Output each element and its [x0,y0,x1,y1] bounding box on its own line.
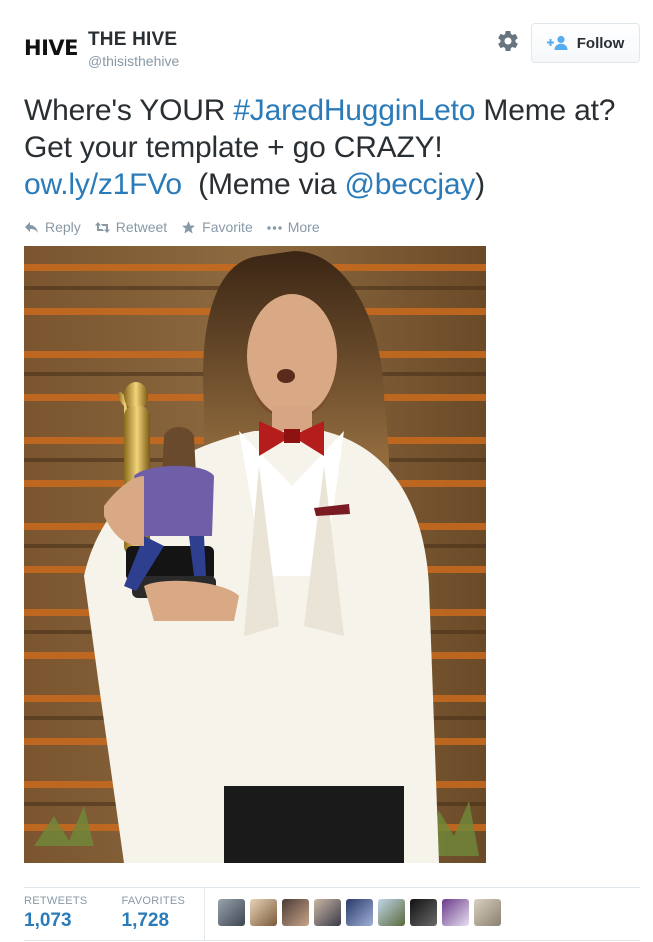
follow-label: Follow [576,34,625,52]
tweet-text-part: Where's YOUR [24,94,234,127]
favoriter-avatars [218,899,501,926]
display-name[interactable]: THE HIVE [88,29,179,51]
tweet-actions: Reply Retweet Favorite More [24,219,320,235]
star-icon [182,220,196,233]
url-link[interactable]: ow.ly/z1FVo [24,168,182,201]
favorite-label: Favorite [202,219,253,235]
tweet-header: HIVE THE HIVE @thisisthehive Follow [24,22,640,74]
account-logo[interactable]: HIVE [24,36,79,60]
avatar[interactable] [282,899,309,926]
retweet-icon [94,221,110,233]
mention-link[interactable]: @beccjay [345,168,476,201]
retweets-stat[interactable]: RETWEETS 1,073 [24,895,88,932]
meme-image [24,246,486,863]
stats-divider [24,887,640,888]
favorites-stat[interactable]: FAVORITES 1,728 [122,895,186,932]
bottom-divider [24,940,640,941]
tweet-text-part: (Meme via [181,168,345,201]
retweet-action[interactable]: Retweet [94,219,168,235]
avatar[interactable] [250,899,277,926]
tweet-photo[interactable] [24,246,486,863]
reply-icon [25,221,38,233]
favorites-label: FAVORITES [121,895,186,907]
avatar[interactable] [410,899,437,926]
tweet-text-part: ) [475,168,485,201]
stats-separator [204,888,205,940]
avatar[interactable] [442,899,469,926]
avatar[interactable] [314,899,341,926]
retweets-label: RETWEETS [24,895,88,907]
more-label: More [287,219,320,235]
avatar[interactable] [474,899,501,926]
favorites-count: 1,728 [121,910,170,931]
tweet-text: Where's YOUR #JaredHugginLeto Meme at? G… [24,92,640,203]
more-dots-icon [267,225,282,230]
retweet-label: Retweet [115,219,168,235]
reply-label: Reply [45,219,81,235]
retweets-count: 1,073 [24,910,72,931]
favorite-action[interactable]: Favorite [181,219,253,235]
follow-button[interactable]: Follow [531,23,640,63]
more-action[interactable]: More [267,219,320,235]
account-names[interactable]: THE HIVE @thisisthehive [88,29,179,69]
reply-action[interactable]: Reply [24,219,81,235]
hashtag-link[interactable]: #JaredHugginLeto [233,94,475,127]
account-handle[interactable]: @thisisthehive [88,53,179,69]
avatar[interactable] [346,899,373,926]
tweet-stats: RETWEETS 1,073 FAVORITES 1,728 [24,895,219,932]
avatar[interactable] [218,899,245,926]
avatar[interactable] [378,899,405,926]
gear-icon[interactable] [496,29,520,53]
add-user-icon [546,35,569,51]
